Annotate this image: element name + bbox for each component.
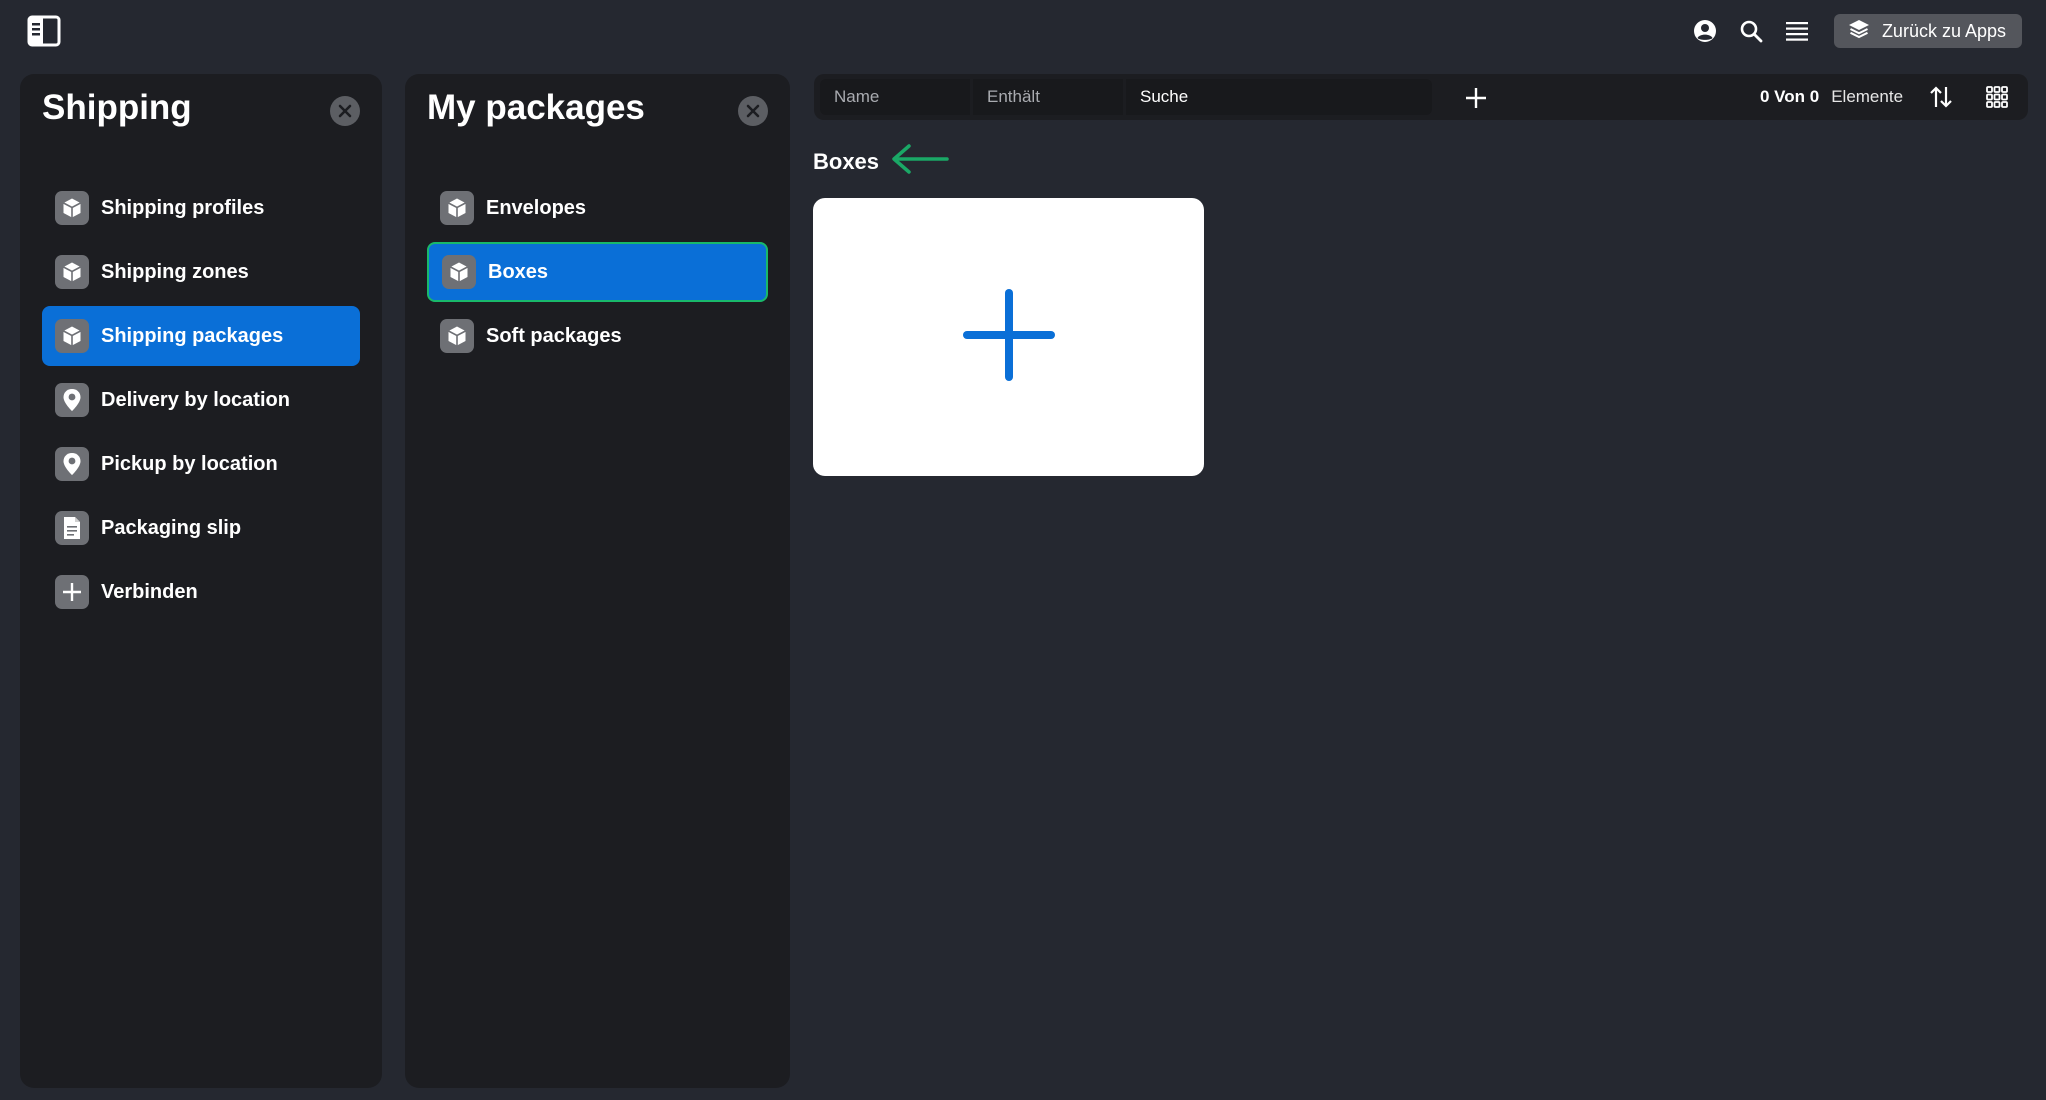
section-title: Boxes: [813, 148, 880, 174]
section-heading: Boxes: [813, 142, 949, 181]
sidebar-item-label: Pickup by location: [101, 452, 278, 475]
packages-panel-title: My packages: [427, 88, 645, 127]
top-bar: Zurück zu Apps: [0, 0, 2046, 62]
cube-icon: [55, 319, 89, 353]
back-to-apps-button[interactable]: Zurück zu Apps: [1833, 14, 2022, 48]
sidebar-item-packaging-slip[interactable]: Packaging slip: [42, 498, 360, 558]
sidebar-item-shipping-zones[interactable]: Shipping zones: [42, 242, 360, 302]
arrow-left-icon: [889, 142, 949, 181]
document-icon: [55, 511, 89, 545]
user-account-icon[interactable]: [1682, 14, 1728, 48]
item-count-label: Elemente: [1831, 87, 1904, 106]
cube-icon: [55, 191, 89, 225]
packages-item-envelopes[interactable]: Envelopes: [427, 178, 768, 238]
sidebar-item-label: Shipping packages: [101, 324, 284, 347]
map-pin-icon: [55, 447, 89, 481]
sidebar-item-label: Shipping profiles: [101, 196, 265, 219]
cube-icon: [442, 255, 476, 289]
add-filter-icon[interactable]: [1459, 81, 1493, 115]
plus-icon: [962, 288, 1055, 386]
sidebar-toggle-icon[interactable]: [26, 13, 62, 49]
sidebar-item-label: Verbinden: [101, 580, 198, 603]
plus-icon: [55, 575, 89, 609]
cube-icon: [440, 319, 474, 353]
sidebar-item-label: Packaging slip: [101, 516, 242, 539]
grid-view-icon[interactable]: [1980, 80, 2014, 114]
packages-item-soft-packages[interactable]: Soft packages: [427, 306, 768, 366]
sidebar-item-label: Shipping zones: [101, 260, 249, 283]
packages-item-label: Soft packages: [486, 324, 622, 347]
filter-operator-select[interactable]: Enthält: [973, 79, 1123, 115]
packages-item-label: Boxes: [488, 260, 549, 283]
add-box-card[interactable]: [813, 198, 1204, 476]
filter-toolbar: Name Enthält 0 Von 0 Elemente: [814, 74, 2028, 120]
cube-icon: [440, 191, 474, 225]
map-pin-icon: [55, 383, 89, 417]
layers-icon: [1848, 19, 1870, 44]
menu-icon[interactable]: [1774, 14, 1820, 48]
sidebar-item-shipping-packages[interactable]: Shipping packages: [42, 306, 360, 366]
sidebar-item-shipping-profiles[interactable]: Shipping profiles: [42, 178, 360, 238]
filter-field-select[interactable]: Name: [820, 79, 970, 115]
packages-panel: My packages Envelopes Boxes Soft package…: [405, 74, 790, 1088]
packages-item-label: Envelopes: [486, 196, 587, 219]
shipping-panel-title: Shipping: [42, 88, 192, 127]
back-to-apps-label: Zurück zu Apps: [1881, 20, 2006, 41]
sidebar-item-pickup-by-location[interactable]: Pickup by location: [42, 434, 360, 494]
close-packages-panel-icon[interactable]: [738, 96, 768, 126]
sidebar-item-delivery-by-location[interactable]: Delivery by location: [42, 370, 360, 430]
close-shipping-panel-icon[interactable]: [330, 96, 360, 126]
cube-icon: [55, 255, 89, 289]
sidebar-item-label: Delivery by location: [101, 388, 290, 411]
search-input[interactable]: [1126, 79, 1432, 115]
shipping-panel: Shipping Shipping profiles Shipping zone…: [20, 74, 382, 1088]
item-count-value: 0 Von 0: [1760, 87, 1820, 106]
sort-icon[interactable]: [1924, 80, 1958, 114]
packages-item-boxes[interactable]: Boxes: [427, 242, 768, 302]
sidebar-item-verbinden[interactable]: Verbinden: [42, 562, 360, 622]
search-icon[interactable]: [1728, 14, 1774, 48]
item-count: 0 Von 0 Elemente: [1760, 74, 1903, 120]
